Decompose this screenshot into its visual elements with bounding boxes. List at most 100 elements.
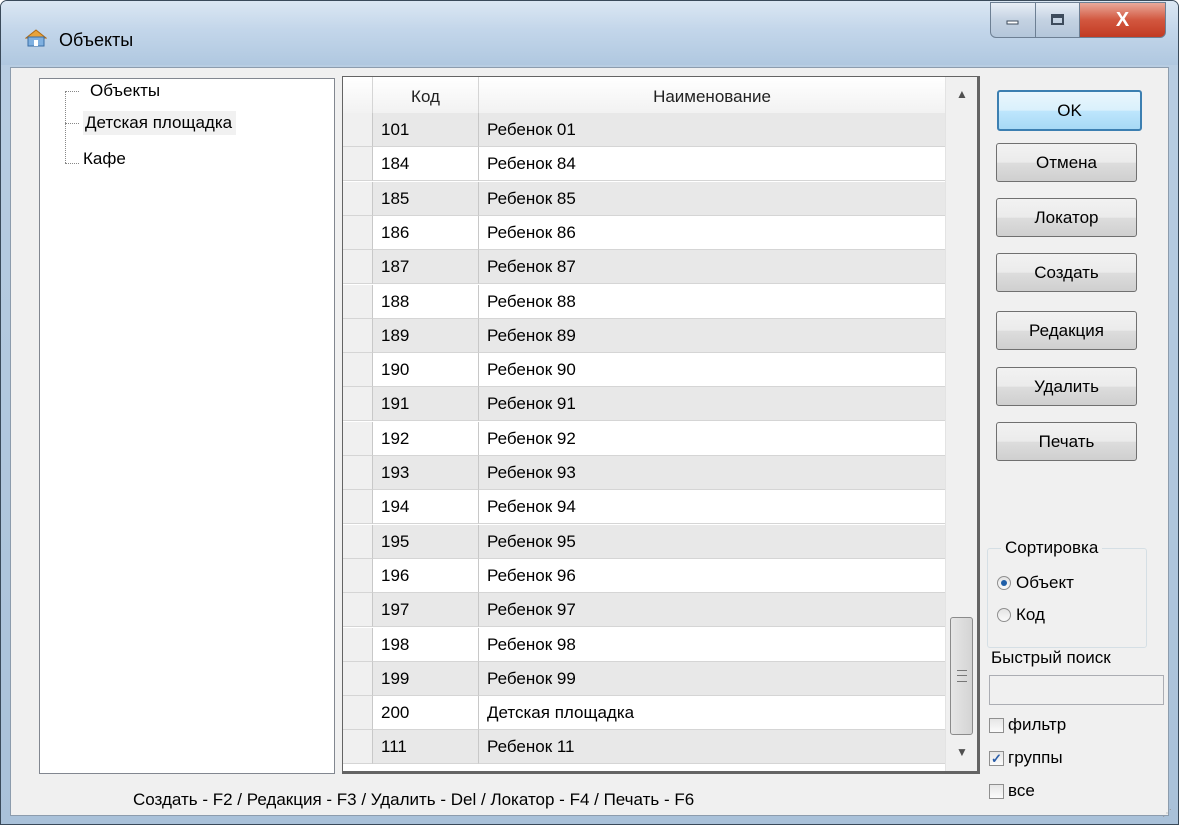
row-indicator[interactable] [343, 113, 373, 147]
cell-name[interactable]: Ребенок 94 [479, 490, 945, 525]
sort-option-object[interactable]: Объект [997, 571, 1074, 595]
delete-button[interactable]: Удалить [996, 367, 1137, 406]
cell-name[interactable]: Ребенок 85 [479, 182, 945, 216]
cell-code[interactable]: 186 [373, 215, 479, 250]
row-indicator[interactable] [343, 421, 373, 456]
table-row[interactable]: 187 Ребенок 87 [343, 250, 945, 285]
table-row[interactable]: 195 Ребенок 95 [343, 524, 945, 559]
cell-code[interactable]: 188 [373, 284, 479, 319]
quick-search-input[interactable] [989, 675, 1164, 705]
cell-code[interactable]: 197 [373, 593, 479, 628]
cell-name[interactable]: Ребенок 96 [479, 559, 945, 593]
cell-name[interactable]: Ребенок 99 [479, 662, 945, 696]
row-indicator[interactable] [343, 456, 373, 490]
cell-code[interactable]: 191 [373, 387, 479, 422]
table-row[interactable]: 189 Ребенок 89 [343, 318, 945, 353]
cell-code[interactable]: 192 [373, 421, 479, 456]
cancel-button[interactable]: Отмена [996, 143, 1137, 182]
table-row[interactable]: 101 Ребенок 01 [343, 113, 945, 147]
sort-option-code[interactable]: Код [997, 603, 1045, 627]
row-indicator[interactable] [343, 558, 373, 593]
cell-name[interactable]: Ребенок 87 [479, 250, 945, 285]
filter-checkbox[interactable]: фильтр [980, 714, 1066, 736]
cell-name[interactable]: Детская площадка [479, 696, 945, 731]
tree-item-playground[interactable]: Детская площадка [83, 111, 237, 135]
maximize-button[interactable] [1036, 2, 1080, 38]
print-button[interactable]: Печать [996, 422, 1137, 461]
row-indicator[interactable] [343, 181, 373, 216]
tree-item-cafe[interactable]: Кафе [83, 147, 126, 171]
table-row[interactable]: 111 Ребенок 11 [343, 730, 945, 765]
row-indicator[interactable] [343, 593, 373, 628]
scroll-down-icon[interactable]: ▼ [946, 737, 977, 767]
tree-item-objects[interactable]: Объекты [90, 79, 160, 103]
close-button[interactable]: X [1080, 2, 1166, 38]
cell-name[interactable]: Ребенок 89 [479, 319, 945, 353]
resize-grip-icon[interactable]: ⋰ [1162, 808, 1174, 820]
cell-name[interactable]: Ребенок 98 [479, 628, 945, 662]
table-row[interactable]: 190 Ребенок 90 [343, 353, 945, 388]
row-indicator[interactable] [343, 215, 373, 250]
cell-code[interactable]: 193 [373, 456, 479, 490]
locator-button[interactable]: Локатор [996, 198, 1137, 237]
groups-checkbox[interactable]: ✓ группы [980, 747, 1063, 769]
row-indicator[interactable] [343, 387, 373, 422]
grid-scrollbar[interactable]: ▲ ▼ [945, 77, 977, 771]
table-row[interactable]: 184 Ребенок 84 [343, 147, 945, 182]
create-button[interactable]: Создать [996, 253, 1137, 292]
cell-name[interactable]: Ребенок 91 [479, 387, 945, 422]
table-row[interactable]: 196 Ребенок 96 [343, 558, 945, 593]
cell-name[interactable]: Ребенок 84 [479, 147, 945, 182]
all-checkbox[interactable]: все [980, 780, 1035, 802]
table-row[interactable]: 191 Ребенок 91 [343, 387, 945, 422]
cell-code[interactable]: 184 [373, 147, 479, 182]
cell-code[interactable]: 101 [373, 113, 479, 147]
header-name[interactable]: Наименование [479, 77, 945, 113]
cell-code[interactable]: 185 [373, 181, 479, 216]
row-indicator[interactable] [343, 490, 373, 525]
header-code[interactable]: Код [373, 77, 479, 113]
row-indicator[interactable] [343, 318, 373, 353]
cell-code[interactable]: 200 [373, 696, 479, 731]
table-row[interactable]: 200 Детская площадка [343, 696, 945, 731]
row-indicator[interactable] [343, 696, 373, 731]
table-row[interactable]: 192 Ребенок 92 [343, 421, 945, 456]
edit-button[interactable]: Редакция [996, 311, 1137, 350]
cell-name[interactable]: Ребенок 93 [479, 456, 945, 490]
row-indicator[interactable] [343, 730, 373, 765]
cell-code[interactable]: 111 [373, 730, 479, 765]
table-row[interactable]: 197 Ребенок 97 [343, 593, 945, 628]
row-indicator[interactable] [343, 661, 373, 696]
scroll-thumb[interactable] [950, 617, 973, 735]
records-grid[interactable]: Код Наименование 101 Ребенок 01 184 Ребенок… [342, 76, 980, 774]
cell-name[interactable]: Ребенок 95 [479, 525, 945, 559]
table-row[interactable]: 188 Ребенок 88 [343, 284, 945, 319]
cell-code[interactable]: 195 [373, 524, 479, 559]
row-indicator[interactable] [343, 627, 373, 662]
cell-name[interactable]: Ребенок 92 [479, 422, 945, 456]
cell-code[interactable]: 187 [373, 250, 479, 285]
cell-name[interactable]: Ребенок 90 [479, 353, 945, 388]
title-bar[interactable]: Объекты X [1, 1, 1178, 65]
cell-name[interactable]: Ребенок 11 [479, 730, 945, 765]
cell-code[interactable]: 194 [373, 490, 479, 525]
cell-code[interactable]: 190 [373, 353, 479, 388]
cell-code[interactable]: 196 [373, 558, 479, 593]
ok-button[interactable]: OK [997, 90, 1142, 131]
table-row[interactable]: 199 Ребенок 99 [343, 661, 945, 696]
minimize-button[interactable] [990, 2, 1036, 38]
cell-code[interactable]: 199 [373, 661, 479, 696]
cell-name[interactable]: Ребенок 88 [479, 285, 945, 319]
row-indicator[interactable] [343, 524, 373, 559]
table-row[interactable]: 193 Ребенок 93 [343, 456, 945, 490]
table-row[interactable]: 186 Ребенок 86 [343, 215, 945, 250]
row-indicator[interactable] [343, 250, 373, 285]
cell-code[interactable]: 189 [373, 318, 479, 353]
cell-name[interactable]: Ребенок 86 [479, 216, 945, 250]
cell-name[interactable]: Ребенок 97 [479, 593, 945, 628]
table-row[interactable]: 194 Ребенок 94 [343, 490, 945, 525]
table-row[interactable]: 185 Ребенок 85 [343, 181, 945, 216]
row-indicator[interactable] [343, 147, 373, 182]
object-tree[interactable]: Объекты Детская площадка Кафе [39, 78, 335, 774]
cell-code[interactable]: 198 [373, 627, 479, 662]
